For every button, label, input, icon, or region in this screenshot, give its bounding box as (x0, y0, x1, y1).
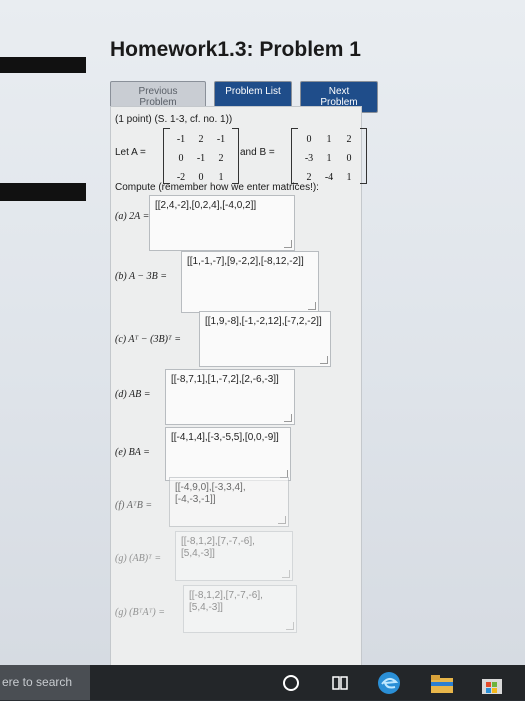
resize-handle[interactable] (284, 414, 292, 422)
matrix-a-cell: -1 (216, 134, 226, 145)
part-g-label: (g) (AB)ᵀ = (115, 553, 162, 564)
part-c-label: (c) Aᵀ − (3B)ᵀ = (115, 334, 182, 345)
answer-h-value: [[-8,1,2],[7,-7,-6],[5,4,-3]] (189, 590, 263, 613)
matrix-b-cell: 0 (346, 153, 352, 164)
file-explorer-icon[interactable] (430, 673, 454, 695)
answer-f-field[interactable]: [[-4,9,0],[-3,3,4],[-4,-3,-1]] (169, 477, 289, 527)
matrix-b-cell: 1 (326, 134, 332, 145)
matrix-a-cell: 2 (198, 134, 204, 145)
answer-a-value: [[2,4,-2],[0,2,4],[-4,0,2]] (155, 200, 257, 211)
part-e-label: (e) BA = (115, 447, 150, 458)
resize-handle[interactable] (308, 302, 316, 310)
resize-handle[interactable] (286, 622, 294, 630)
taskbar: ere to search (0, 665, 525, 700)
matrix-b-cell: 1 (346, 172, 352, 183)
resize-handle[interactable] (284, 240, 292, 248)
cortana-icon[interactable] (281, 673, 301, 693)
instruction-text: Compute (remember how we enter matrices!… (115, 182, 319, 193)
answer-b-field[interactable]: [[1,-1,-7],[9,-2,2],[-8,12,-2]] (181, 251, 319, 313)
answer-c-field[interactable]: [[1,9,-8],[-1,-2,12],[-7,2,-2]] (199, 311, 331, 367)
answer-e-value: [[-4,1,4],[-3,-5,5],[0,0,-9]] (171, 432, 279, 443)
sidebar-bar (0, 183, 86, 201)
matrix-b-cell: 0 (306, 134, 312, 145)
answer-e-field[interactable]: [[-4,1,4],[-3,-5,5],[0,0,-9]] (165, 427, 291, 481)
answer-d-value: [[-8,7,1],[1,-7,2],[2,-6,-3]] (171, 374, 279, 385)
page-title: Homework1.3: Problem 1 (110, 38, 361, 61)
matrix-b: 012 -3 1 0 2 -4 1 (291, 128, 367, 187)
part-h-label: (g) (BᵀAᵀ) = (115, 607, 166, 618)
answer-g-field[interactable]: [[-8,1,2],[7,-7,-6],[5,4,-3]] (175, 531, 293, 581)
matrix-b-cell: -4 (324, 172, 334, 183)
part-d-label: (d) AB = (115, 389, 151, 400)
problem-header: (1 point) (S. 1-3, cf. no. 1)) (115, 114, 233, 125)
problem-panel: (1 point) (S. 1-3, cf. no. 1)) Let A = -… (110, 106, 367, 668)
matrix-b-cell: 1 (326, 153, 332, 164)
part-f-label: (f) AᵀB = (115, 500, 153, 511)
and-b-label: and B = (240, 147, 275, 158)
browser-viewport: Homework1.3: Problem 1 Previous Problem … (0, 0, 525, 668)
matrix-b-cell: 2 (346, 134, 352, 145)
task-view-icon[interactable] (330, 673, 350, 693)
answer-c-value: [[1,9,-8],[-1,-2,12],[-7,2,-2]] (205, 316, 322, 327)
store-icon[interactable] (480, 673, 504, 695)
answer-g-value: [[-8,1,2],[7,-7,-6],[5,4,-3]] (181, 536, 255, 559)
answer-d-field[interactable]: [[-8,7,1],[1,-7,2],[2,-6,-3]] (165, 369, 295, 425)
taskbar-search-box[interactable]: ere to search (0, 665, 90, 700)
matrix-a-cell: 2 (218, 153, 224, 164)
part-a-label: (a) 2A = (115, 211, 150, 222)
resize-handle[interactable] (320, 356, 328, 364)
matrix-a-cell: 0 (178, 153, 184, 164)
part-b-label: (b) A − 3B = (115, 271, 168, 282)
answer-f-value: [[-4,9,0],[-3,3,4],[-4,-3,-1]] (175, 482, 246, 505)
answer-b-value: [[1,-1,-7],[9,-2,2],[-8,12,-2]] (187, 256, 304, 267)
matrix-a-cell: -1 (196, 153, 206, 164)
matrix-b-cell: -3 (304, 153, 314, 164)
edge-browser-icon[interactable] (376, 670, 402, 696)
let-a-label: Let A = (115, 147, 146, 158)
matrix-a: -1 2 -1 0 -1 2 -2 0 1 (163, 128, 239, 187)
matrix-a-cell: -1 (176, 134, 186, 145)
resize-handle[interactable] (278, 516, 286, 524)
sidebar-bar (0, 57, 86, 73)
resize-handle[interactable] (282, 570, 290, 578)
answer-h-field[interactable]: [[-8,1,2],[7,-7,-6],[5,4,-3]] (183, 585, 297, 633)
answer-a-field[interactable]: [[2,4,-2],[0,2,4],[-4,0,2]] (149, 195, 295, 251)
